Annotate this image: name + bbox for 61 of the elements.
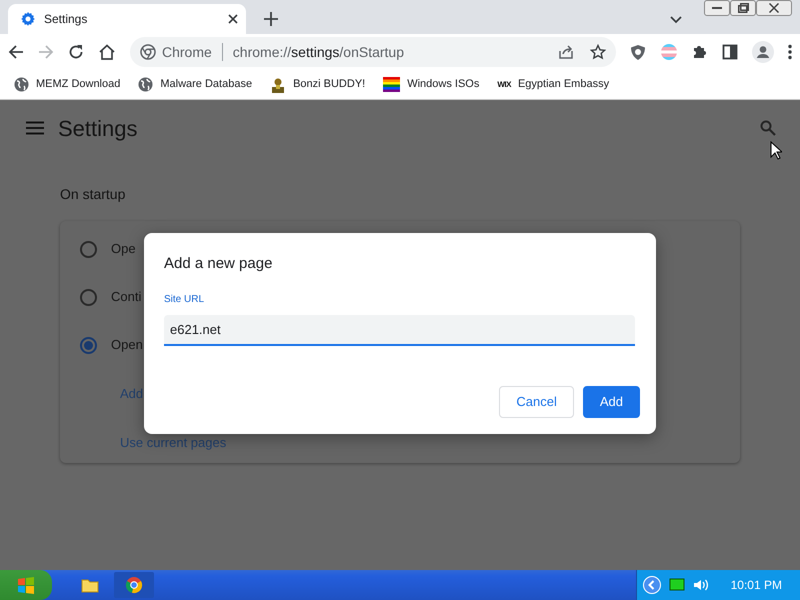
globe-icon [138, 77, 154, 92]
option-label: Conti [111, 288, 142, 306]
hamburger-menu-icon[interactable] [26, 121, 44, 135]
restore-button[interactable] [730, 0, 756, 16]
option-label: Open [111, 336, 143, 354]
windows-logo-icon [16, 576, 36, 594]
side-panel-icon[interactable] [722, 44, 738, 60]
globe-icon [14, 77, 29, 92]
taskbar-button[interactable] [114, 572, 154, 598]
folder-icon [81, 577, 99, 593]
minimize-button[interactable] [704, 0, 730, 16]
shield-icon[interactable] [630, 44, 646, 60]
start-button[interactable] [0, 570, 52, 600]
menu-icon[interactable] [788, 44, 792, 60]
url-text: chrome://settings/onStartup [232, 42, 406, 62]
figure-icon [270, 76, 286, 92]
close-button[interactable] [756, 0, 792, 16]
close-icon [769, 3, 779, 13]
back-arrow-icon[interactable] [8, 44, 24, 60]
gear-icon [20, 11, 36, 27]
dialog-title: Add a new page [164, 254, 274, 274]
bookmark-item[interactable]: Windows ISOs [383, 76, 480, 93]
url-input-field[interactable]: e621.net [164, 314, 635, 346]
reload-icon[interactable] [68, 44, 84, 60]
option-label: Ope [111, 240, 136, 258]
chevron-down-icon[interactable] [670, 16, 682, 24]
page-title: Settings [58, 114, 138, 143]
search-icon[interactable] [760, 120, 776, 136]
section-heading: On startup [60, 185, 126, 204]
tab-title: Settings [44, 11, 88, 28]
mouse-cursor-icon [770, 141, 782, 160]
bookmark-item[interactable]: Malware Database [138, 76, 252, 93]
home-icon[interactable] [98, 44, 116, 60]
radio-button[interactable] [80, 240, 97, 258]
minimize-icon [712, 7, 722, 9]
chrome-logo-icon [125, 576, 143, 594]
share-icon[interactable] [558, 44, 574, 60]
chrome-logo-icon [140, 44, 156, 60]
radio-button[interactable] [80, 288, 97, 306]
add-button[interactable]: Add [582, 386, 640, 418]
rainbow-flag-icon [383, 77, 400, 92]
new-tab-icon[interactable] [264, 12, 278, 26]
network-icon[interactable] [668, 578, 685, 592]
profile-icon[interactable] [752, 41, 774, 63]
address-bar[interactable]: Chrome chrome://settings/onStartup [130, 37, 616, 67]
bookmark-item[interactable]: WIX Egyptian Embassy [497, 76, 610, 93]
browser-tab[interactable]: Settings [8, 4, 246, 34]
restore-icon [738, 3, 748, 13]
bookmark-item[interactable]: Bonzi BUDDY! [270, 76, 366, 93]
bookmark-item[interactable]: MEMZ Download [14, 76, 120, 93]
radio-button[interactable] [80, 336, 97, 354]
chevron-left-icon[interactable] [642, 576, 661, 594]
site-label: Chrome [162, 42, 212, 62]
field-label: Site URL [164, 292, 206, 306]
wix-logo: WIX [497, 78, 511, 90]
cancel-button[interactable]: Cancel [499, 386, 574, 418]
clock-time: 10:01 PM [730, 577, 782, 594]
close-icon[interactable] [228, 14, 238, 24]
star-icon[interactable] [590, 44, 606, 60]
speaker-icon[interactable] [692, 578, 709, 592]
puzzle-icon[interactable] [692, 44, 708, 60]
